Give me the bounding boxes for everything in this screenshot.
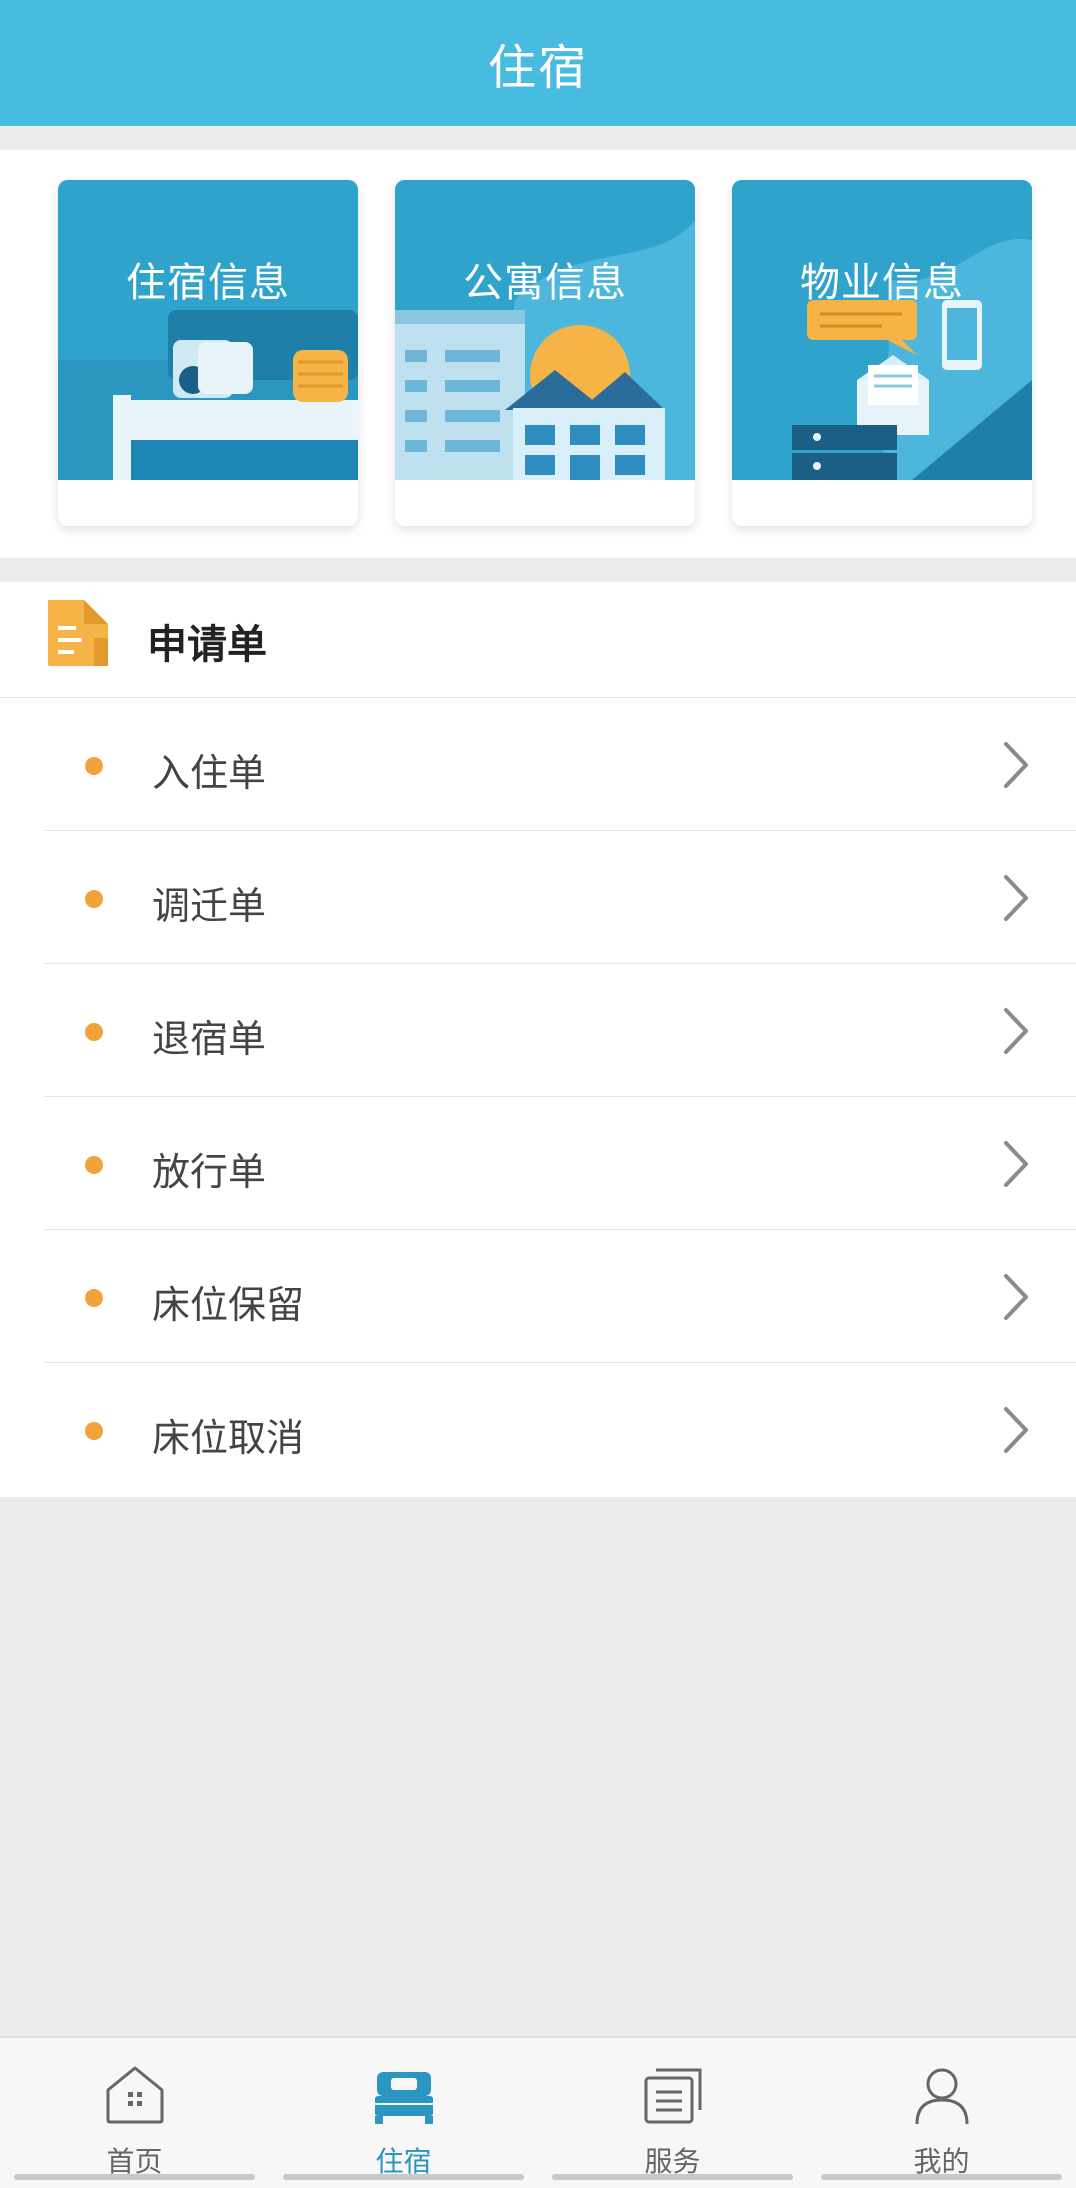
list-item-label: 放行单 xyxy=(152,1150,267,1194)
card-label: 公寓信息 xyxy=(463,260,627,306)
card-property-info[interactable]: 物业信息 xyxy=(732,180,1032,526)
apartment-illustration: 公寓信息 xyxy=(395,180,695,480)
list-item-bed-reserve[interactable]: 床位保留 xyxy=(0,1230,1076,1363)
chevron-right-icon xyxy=(1000,1405,1030,1459)
bed-icon xyxy=(373,2064,435,2130)
list-item-release[interactable]: 放行单 xyxy=(0,1097,1076,1230)
card-accommodation-info[interactable]: 住宿信息 xyxy=(58,180,358,526)
bottom-tab-bar: 首页 住宿 服务 我的 xyxy=(0,2036,1076,2188)
list-item-label: 调迁单 xyxy=(152,884,267,928)
chevron-right-icon xyxy=(1000,740,1030,794)
tab-home[interactable]: 首页 xyxy=(0,2038,269,2188)
bullet-dot xyxy=(85,1289,103,1307)
tab-mine[interactable]: 我的 xyxy=(807,2038,1076,2188)
tab-indicator xyxy=(821,2174,1062,2180)
user-icon xyxy=(911,2064,973,2130)
tab-indicator xyxy=(14,2174,255,2180)
tab-accommodation[interactable]: 住宿 xyxy=(269,2038,538,2188)
bed-illustration: 住宿信息 xyxy=(58,180,358,480)
chevron-right-icon xyxy=(1000,873,1030,927)
section-title: 申请单 xyxy=(147,622,267,668)
list-item-check-in[interactable]: 入住单 xyxy=(0,698,1076,831)
page-title: 住宿 xyxy=(487,40,588,96)
card-label: 物业信息 xyxy=(800,260,964,306)
tab-service[interactable]: 服务 xyxy=(538,2038,807,2188)
chevron-right-icon xyxy=(1000,1006,1030,1060)
document-icon xyxy=(44,598,112,672)
card-label: 住宿信息 xyxy=(126,260,290,306)
top-bar: 住宿 xyxy=(0,0,1076,126)
card-apartment-info[interactable]: 公寓信息 xyxy=(395,180,695,526)
list-item-check-out[interactable]: 退宿单 xyxy=(0,964,1076,1097)
bullet-dot xyxy=(85,1156,103,1174)
list-item-label: 床位取消 xyxy=(152,1416,305,1460)
list-item-bed-cancel[interactable]: 床位取消 xyxy=(0,1363,1076,1496)
application-forms-section: 申请单 入住单 调迁单 退宿单 放行单 床位保留 床位取消 xyxy=(0,582,1076,1497)
bullet-dot xyxy=(85,1023,103,1041)
list-item-label: 入住单 xyxy=(152,751,267,795)
service-list-icon xyxy=(642,2064,704,2130)
bullet-dot xyxy=(85,890,103,908)
home-icon xyxy=(104,2064,166,2130)
info-cards-panel: 住宿信息 公寓信息 物业信息 xyxy=(0,150,1076,558)
bullet-dot xyxy=(85,757,103,775)
tab-indicator xyxy=(283,2174,524,2180)
section-header: 申请单 xyxy=(0,582,1076,698)
list-item-label: 退宿单 xyxy=(152,1017,267,1061)
list-item-label: 床位保留 xyxy=(152,1283,305,1327)
bullet-dot xyxy=(85,1422,103,1440)
property-illustration: 物业信息 xyxy=(732,180,1032,480)
list-item-transfer[interactable]: 调迁单 xyxy=(0,831,1076,964)
chevron-right-icon xyxy=(1000,1272,1030,1326)
chevron-right-icon xyxy=(1000,1139,1030,1193)
tab-indicator xyxy=(552,2174,793,2180)
